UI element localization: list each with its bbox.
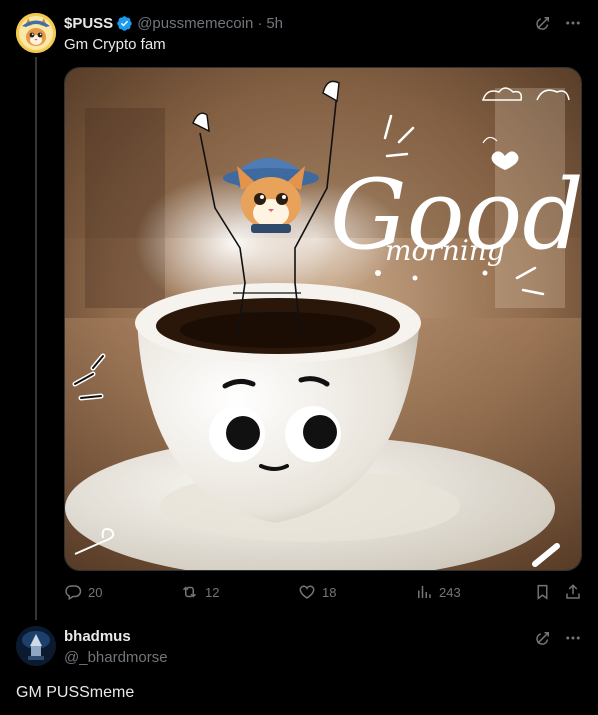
separator-dot: · (257, 14, 263, 32)
tweet-top-actions (534, 14, 582, 32)
tweet-text: Gm Crypto fam (64, 36, 166, 53)
reply-avatar[interactable] (16, 626, 56, 666)
share-action[interactable] (564, 583, 582, 601)
tweet-header: $PUSS @pussmemecoin · 5h (64, 13, 283, 33)
repost-icon (182, 586, 197, 598)
reply-author-name[interactable]: bhadmus (64, 628, 131, 645)
reply-action[interactable]: 20 (64, 583, 102, 601)
cat-avatar-icon (16, 13, 56, 53)
reply-icon (65, 585, 82, 601)
bookmark-action[interactable] (534, 583, 551, 601)
grok-icon[interactable] (534, 629, 552, 647)
overlay-subtitle: morning (385, 234, 505, 267)
views-action[interactable]: 243 (415, 583, 461, 601)
share-icon (566, 584, 580, 599)
reply-top-actions (534, 629, 582, 647)
analytics-icon (418, 586, 431, 598)
reply-count: 20 (88, 584, 103, 600)
tweet-action-bar: 20 12 18 243 (64, 583, 582, 603)
like-action[interactable]: 18 (298, 583, 336, 601)
author-handle[interactable]: @pussmemecoin (137, 15, 253, 32)
views-count: 243 (439, 584, 461, 600)
coffee-cup-cat-illustration: Good morning (65, 68, 581, 570)
reply-text: GM PUSSmeme (16, 684, 135, 701)
more-options-icon[interactable] (564, 629, 582, 647)
repost-count: 12 (205, 584, 220, 600)
tweet-image[interactable]: Good morning (64, 67, 582, 571)
verified-badge-icon[interactable] (116, 15, 133, 32)
reply-author-handle[interactable]: @_bhardmorse (64, 649, 168, 666)
post-time[interactable]: 5h (266, 15, 283, 32)
tweet[interactable]: $PUSS @pussmemecoin · 5h Gm Crypto fam G… (0, 0, 598, 620)
author-avatar[interactable] (16, 13, 56, 53)
like-count: 18 (322, 584, 337, 600)
like-heart-icon (299, 585, 315, 599)
grok-icon[interactable] (534, 14, 552, 32)
reply-avatar-icon (16, 626, 56, 666)
bookmark-icon (537, 584, 548, 600)
more-options-icon[interactable] (564, 14, 582, 32)
reply-tweet[interactable]: bhadmus @_bhardmorse GM PUSSmeme (0, 620, 598, 715)
author-name[interactable]: $PUSS (64, 15, 113, 32)
repost-action[interactable]: 12 (180, 583, 219, 601)
thread-line (35, 57, 37, 620)
